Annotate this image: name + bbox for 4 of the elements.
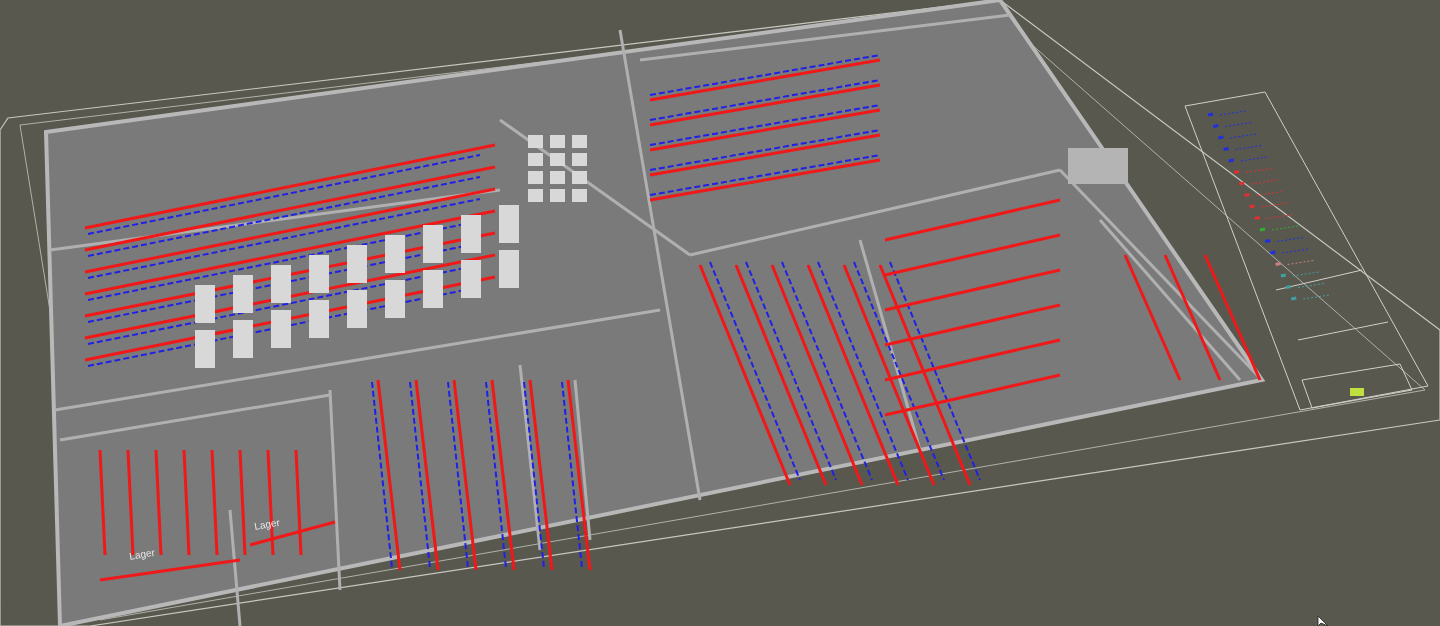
room-label: Lager	[253, 516, 281, 532]
3d-viewport[interactable]: Lager Lager	[0, 0, 1440, 626]
room-label: Lager	[128, 546, 156, 562]
mouse-pointer-icon	[1317, 615, 1329, 626]
